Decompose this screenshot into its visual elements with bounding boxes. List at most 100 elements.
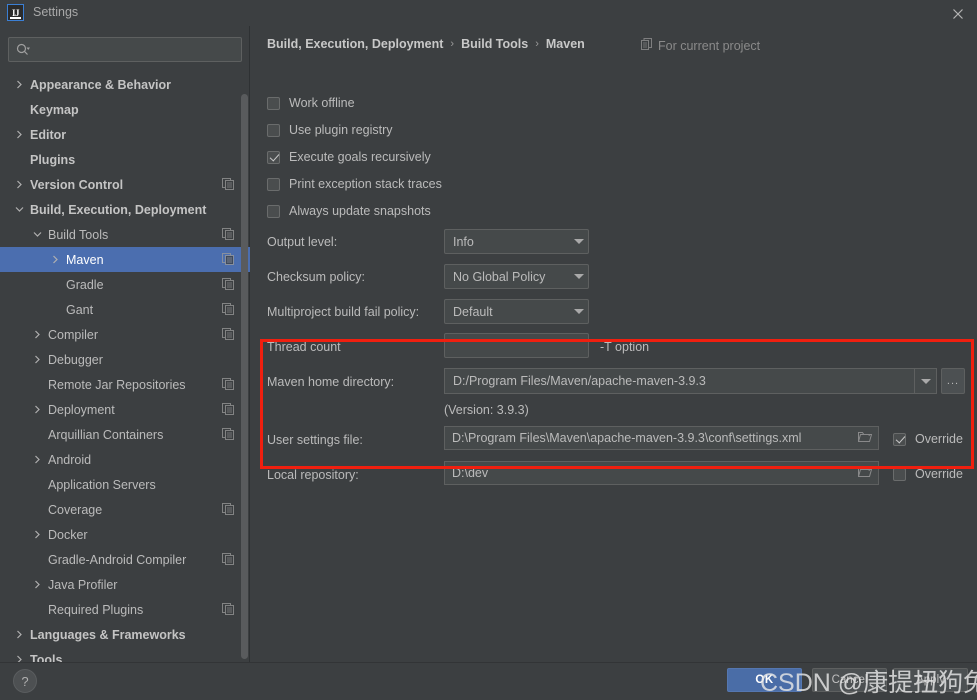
maven-home-browse-button[interactable]: ...: [941, 368, 965, 394]
sidebar-item-build-execution-deployment[interactable]: Build, Execution, Deployment: [0, 197, 250, 222]
sidebar-item-label: Gant: [66, 302, 94, 317]
checkbox-row-print-exception-stack-traces[interactable]: Print exception stack traces: [267, 177, 442, 191]
sidebar-item-compiler[interactable]: Compiler: [0, 322, 250, 347]
apply-button[interactable]: Apply: [893, 668, 968, 692]
sidebar-item-gant[interactable]: Gant: [0, 297, 250, 322]
scope-label-text: For current project: [658, 38, 761, 53]
settings-main-panel: Build, Execution, Deployment › Build Too…: [251, 26, 977, 662]
checkbox-work-offline[interactable]: [267, 96, 280, 110]
chevron-right-icon[interactable]: [31, 579, 43, 591]
sidebar-item-coverage[interactable]: Coverage: [0, 497, 250, 522]
checkbox-row-use-plugin-registry[interactable]: Use plugin registry: [267, 123, 393, 137]
chevron-right-icon[interactable]: [13, 654, 25, 662]
sidebar-item-docker[interactable]: Docker: [0, 522, 250, 547]
sidebar-item-tools[interactable]: Tools: [0, 647, 250, 662]
sidebar-item-label: Editor: [30, 127, 67, 142]
copy-settings-icon[interactable]: [222, 503, 234, 515]
chevron-right-icon[interactable]: [31, 529, 43, 541]
checkbox-row-work-offline[interactable]: Work offline: [267, 96, 355, 110]
folder-icon[interactable]: [857, 431, 873, 446]
checkbox-always-update-snapshots[interactable]: [267, 204, 280, 218]
sidebar-item-plugins[interactable]: Plugins: [0, 147, 250, 172]
sidebar-item-arquillian-containers[interactable]: Arquillian Containers: [0, 422, 250, 447]
copy-settings-icon[interactable]: [222, 228, 234, 240]
user-settings-file-input[interactable]: D:\Program Files\Maven\apache-maven-3.9.…: [444, 426, 879, 450]
chevron-right-icon[interactable]: [31, 454, 43, 466]
chevron-right-icon[interactable]: [49, 254, 61, 266]
sidebar-item-appearance-behavior[interactable]: Appearance & Behavior: [0, 72, 250, 97]
copy-settings-icon[interactable]: [222, 553, 234, 565]
breadcrumb-item-2[interactable]: Build Tools: [461, 37, 528, 51]
sidebar-item-editor[interactable]: Editor: [0, 122, 250, 147]
copy-settings-icon[interactable]: [222, 303, 234, 315]
folder-icon[interactable]: [857, 466, 873, 481]
checkbox-label: Work offline: [289, 96, 355, 110]
sidebar-item-deployment[interactable]: Deployment: [0, 397, 250, 422]
copy-settings-icon[interactable]: [222, 253, 234, 265]
breadcrumb-item-1[interactable]: Build, Execution, Deployment: [267, 37, 443, 51]
chevron-right-icon[interactable]: [13, 129, 25, 141]
cancel-button[interactable]: Cancel: [812, 668, 887, 692]
checksum-policy-label: Checksum policy:: [267, 270, 365, 284]
local-repository-override-checkbox[interactable]: [893, 467, 906, 481]
search-box[interactable]: [8, 37, 242, 62]
user-settings-file-label: User settings file:: [267, 433, 363, 447]
checkbox-row-execute-goals-recursively[interactable]: Execute goals recursively: [267, 150, 431, 164]
output-level-combobox[interactable]: Info: [444, 229, 589, 254]
search-input[interactable]: [37, 38, 237, 61]
sidebar-item-java-profiler[interactable]: Java Profiler: [0, 572, 250, 597]
close-icon[interactable]: [947, 4, 969, 24]
checkbox-execute-goals-recursively[interactable]: [267, 150, 280, 164]
sidebar-item-remote-jar-repositories[interactable]: Remote Jar Repositories: [0, 372, 250, 397]
sidebar-scrollbar[interactable]: [241, 72, 248, 662]
sidebar-item-languages-frameworks[interactable]: Languages & Frameworks: [0, 622, 250, 647]
local-repository-override-row[interactable]: Override: [893, 467, 963, 481]
sidebar-item-keymap[interactable]: Keymap: [0, 97, 250, 122]
breadcrumb-item-3[interactable]: Maven: [546, 37, 585, 51]
ok-button[interactable]: OK: [727, 668, 802, 692]
sidebar-item-debugger[interactable]: Debugger: [0, 347, 250, 372]
local-repository-input[interactable]: D:\dev: [444, 461, 879, 485]
checkbox-row-always-update-snapshots[interactable]: Always update snapshots: [267, 204, 431, 218]
chevron-right-icon[interactable]: [13, 179, 25, 191]
sidebar-item-label: Version Control: [30, 177, 124, 192]
copy-settings-icon[interactable]: [222, 178, 234, 190]
sidebar-scrollbar-thumb[interactable]: [241, 94, 248, 659]
copy-settings-icon[interactable]: [222, 403, 234, 415]
sidebar-item-maven[interactable]: Maven: [0, 247, 250, 272]
chevron-right-icon[interactable]: [31, 354, 43, 366]
copy-settings-icon[interactable]: [222, 278, 234, 290]
chevron-right-icon[interactable]: [13, 79, 25, 91]
sidebar-item-required-plugins[interactable]: Required Plugins: [0, 597, 250, 622]
user-settings-override-row[interactable]: Override: [893, 432, 963, 446]
checksum-policy-combobox[interactable]: No Global Policy: [444, 264, 589, 289]
copy-settings-icon[interactable]: [222, 378, 234, 390]
user-settings-override-checkbox[interactable]: [893, 432, 906, 446]
sidebar-item-gradle-android-compiler[interactable]: Gradle-Android Compiler: [0, 547, 250, 572]
copy-settings-icon[interactable]: [222, 328, 234, 340]
sidebar-item-application-servers[interactable]: Application Servers: [0, 472, 250, 497]
checkbox-use-plugin-registry[interactable]: [267, 123, 280, 137]
chevron-down-icon[interactable]: [914, 369, 936, 393]
thread-count-input[interactable]: [444, 333, 589, 358]
chevron-down-icon[interactable]: [13, 204, 25, 216]
multiproject-policy-combobox[interactable]: Default: [444, 299, 589, 324]
chevron-down-icon[interactable]: [31, 229, 43, 241]
sidebar-item-label: Tools: [30, 652, 63, 663]
sidebar-item-gradle[interactable]: Gradle: [0, 272, 250, 297]
maven-home-combobox[interactable]: D:/Program Files/Maven/apache-maven-3.9.…: [444, 368, 937, 394]
chevron-right-icon[interactable]: [31, 329, 43, 341]
checkbox-print-exception-stack-traces[interactable]: [267, 177, 280, 191]
sidebar-item-android[interactable]: Android: [0, 447, 250, 472]
sidebar-item-version-control[interactable]: Version Control: [0, 172, 250, 197]
user-settings-file-value: D:\Program Files\Maven\apache-maven-3.9.…: [452, 431, 802, 445]
maven-version-note: (Version: 3.9.3): [444, 403, 529, 417]
copy-settings-icon[interactable]: [222, 428, 234, 440]
sidebar-item-label: Plugins: [30, 152, 76, 167]
copy-settings-icon[interactable]: [222, 603, 234, 615]
sidebar-item-build-tools[interactable]: Build Tools: [0, 222, 250, 247]
checkbox-label: Print exception stack traces: [289, 177, 442, 191]
chevron-right-icon[interactable]: [31, 404, 43, 416]
help-button[interactable]: ?: [13, 669, 37, 693]
chevron-right-icon[interactable]: [13, 629, 25, 641]
